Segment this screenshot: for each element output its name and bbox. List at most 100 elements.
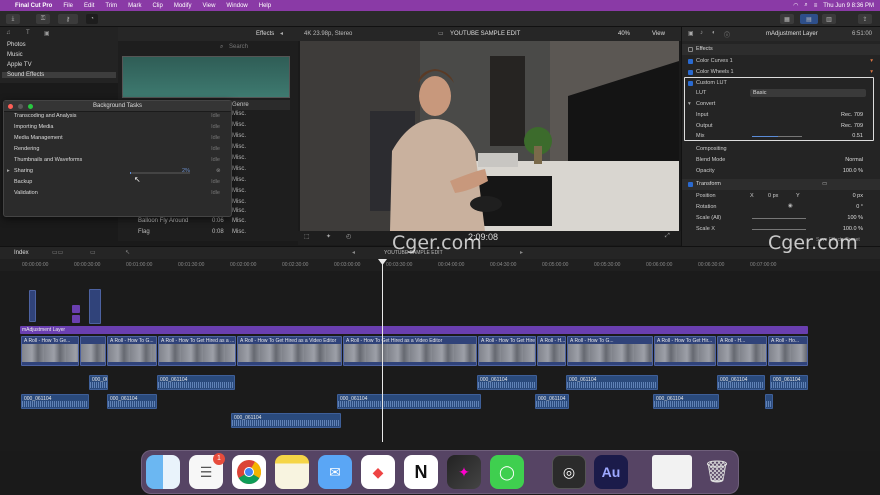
- convert-disclosure-icon[interactable]: ▾: [688, 101, 691, 107]
- color-wheels-checkbox[interactable]: [688, 70, 693, 75]
- video-clip[interactable]: [80, 336, 106, 366]
- timeline-back-icon[interactable]: ◂: [352, 249, 355, 256]
- inspector-layout-icon[interactable]: ▥: [822, 14, 836, 24]
- transform-section[interactable]: Transform ▭: [682, 179, 880, 190]
- audio-clip[interactable]: 000_061104: [717, 375, 765, 390]
- audio-clip[interactable]: [765, 394, 773, 409]
- import-icon[interactable]: ⤓: [6, 14, 20, 24]
- photos-audio-icon[interactable]: ♫: [6, 30, 11, 36]
- clip-appearance-icon[interactable]: ▭▭: [52, 249, 63, 256]
- audio-clip[interactable]: 000_061104: [157, 375, 235, 390]
- input-dropdown[interactable]: Rec. 709: [841, 112, 863, 118]
- speed-icon[interactable]: ◴: [346, 233, 351, 240]
- video-clip[interactable]: A Roll - How To Get Hired as a ...: [158, 336, 236, 366]
- color-curves-icon[interactable]: ▾: [870, 58, 873, 64]
- scale-all-slider[interactable]: [752, 218, 806, 219]
- zoom-window-icon[interactable]: [28, 104, 33, 109]
- cancel-task-icon[interactable]: ⊗: [216, 168, 221, 174]
- list-item[interactable]: Flag 0:08 Misc.: [118, 229, 298, 239]
- audio-clip[interactable]: 000_061104: [535, 394, 569, 409]
- menu-file[interactable]: File: [63, 3, 73, 9]
- browser-filter-icon[interactable]: ◂: [280, 30, 283, 37]
- color-wheels-icon[interactable]: ▾: [870, 69, 873, 75]
- info-inspector-icon[interactable]: ⓘ: [724, 30, 730, 39]
- timeline-index-button[interactable]: Index: [14, 250, 29, 256]
- arrow-tool-icon[interactable]: ↖: [125, 249, 130, 256]
- wifi-icon[interactable]: ◠: [793, 2, 798, 9]
- list-item[interactable]: Balloon Fly Around 0:06 Misc.: [118, 218, 298, 228]
- background-tasks-icon[interactable]: ◔: [86, 14, 98, 24]
- final-cut-pro-icon[interactable]: ✦: [447, 455, 481, 489]
- video-clip[interactable]: A Roll - H...: [537, 336, 566, 366]
- timeline-forward-icon[interactable]: ▸: [520, 249, 523, 256]
- position-y-value[interactable]: 0 px: [853, 193, 863, 199]
- position-x-value[interactable]: 0 px: [768, 193, 778, 199]
- video-clip[interactable]: A Roll - How To Get Hir...: [654, 336, 716, 366]
- menu-view[interactable]: View: [203, 3, 216, 9]
- timeline-layout-icon[interactable]: ▤: [800, 14, 818, 24]
- opacity-value[interactable]: 100.0 %: [843, 168, 863, 174]
- fullscreen-icon[interactable]: ⤢: [665, 233, 670, 240]
- audio-clip[interactable]: 000_061104: [89, 375, 108, 390]
- color-curves-checkbox[interactable]: [688, 59, 693, 64]
- enhance-icon[interactable]: ✦: [326, 233, 331, 240]
- notes-icon[interactable]: [275, 455, 309, 489]
- video-clip[interactable]: A Roll - How To Get Hired as a Video Edi…: [343, 336, 477, 366]
- audio-waveform-preview[interactable]: [122, 56, 290, 98]
- menu-clip[interactable]: Clip: [152, 3, 162, 9]
- menu-mark[interactable]: Mark: [128, 3, 141, 9]
- audio-clip[interactable]: 000_061104: [107, 394, 157, 409]
- menu-app-name[interactable]: Final Cut Pro: [15, 3, 52, 9]
- effects-checkbox[interactable]: [688, 47, 693, 52]
- mix-slider[interactable]: [752, 136, 802, 137]
- lut-dropdown[interactable]: Basic: [750, 89, 866, 97]
- menu-help[interactable]: Help: [259, 3, 271, 9]
- video-clip[interactable]: A Roll - How To G...: [107, 336, 157, 366]
- library-layout-icon[interactable]: ▦: [780, 14, 794, 24]
- video-inspector-icon[interactable]: ▣: [688, 30, 694, 37]
- rotation-value[interactable]: 0 °: [856, 204, 863, 210]
- compositing-section[interactable]: Compositing: [682, 144, 880, 155]
- transform-checkbox[interactable]: [688, 182, 693, 187]
- genre-column-header[interactable]: Genre: [232, 102, 249, 108]
- monday-icon[interactable]: ◆: [361, 455, 395, 489]
- chrome-icon[interactable]: [232, 455, 266, 489]
- keyword-icon[interactable]: ⚿: [36, 14, 50, 24]
- control-center-icon[interactable]: ≡: [814, 3, 818, 9]
- connected-clip[interactable]: [89, 289, 101, 324]
- menu-modify[interactable]: Modify: [174, 3, 192, 9]
- audio-clip[interactable]: 000_061104: [770, 375, 808, 390]
- preview-icon[interactable]: [652, 455, 692, 489]
- timeline-ruler[interactable]: 00:00:00:00 00:00:30:00 00:01:00:00 00:0…: [0, 259, 880, 271]
- audio-inspector-icon[interactable]: ♪: [700, 30, 703, 36]
- close-window-icon[interactable]: [8, 104, 13, 109]
- menu-window[interactable]: Window: [226, 3, 247, 9]
- blend-mode-dropdown[interactable]: Normal: [845, 157, 863, 163]
- library-item-music[interactable]: Music: [7, 52, 23, 58]
- library-item-photos[interactable]: Photos: [7, 42, 26, 48]
- audio-clip[interactable]: 000_061104: [231, 413, 341, 428]
- audition-icon[interactable]: Au: [594, 455, 628, 489]
- video-clip[interactable]: A Roll - How To Get Hired as a...: [478, 336, 536, 366]
- output-dropdown[interactable]: Rec. 709: [841, 123, 863, 129]
- finder-icon[interactable]: [146, 455, 180, 489]
- custom-lut-checkbox[interactable]: [688, 81, 693, 86]
- video-clip[interactable]: A Roll - How To Ge...: [21, 336, 79, 366]
- trash-icon[interactable]: 🗑: [700, 455, 734, 489]
- connected-title-clip[interactable]: [72, 315, 80, 323]
- mail-icon[interactable]: ✉: [318, 455, 352, 489]
- audio-clip[interactable]: 000_061104: [337, 394, 481, 409]
- video-clip[interactable]: A Roll - How To Get Hired as a Video Edi…: [237, 336, 342, 366]
- viewer-view-menu[interactable]: View: [652, 31, 665, 37]
- search-icon[interactable]: ⌕: [804, 2, 807, 9]
- transform-tool-icon[interactable]: ⬚: [304, 233, 310, 240]
- effects-browser-icon[interactable]: ▣: [44, 30, 50, 37]
- menu-trim[interactable]: Trim: [105, 3, 117, 9]
- scale-all-value[interactable]: 100 %: [847, 215, 863, 221]
- obs-icon[interactable]: ◎: [552, 455, 586, 489]
- rotation-dial-icon[interactable]: ◉: [788, 203, 793, 209]
- minimize-window-icon[interactable]: [18, 104, 23, 109]
- color-inspector-icon[interactable]: ◐: [712, 30, 716, 36]
- viewer-zoom[interactable]: 40%: [618, 31, 630, 37]
- titles-icon[interactable]: T: [26, 30, 30, 36]
